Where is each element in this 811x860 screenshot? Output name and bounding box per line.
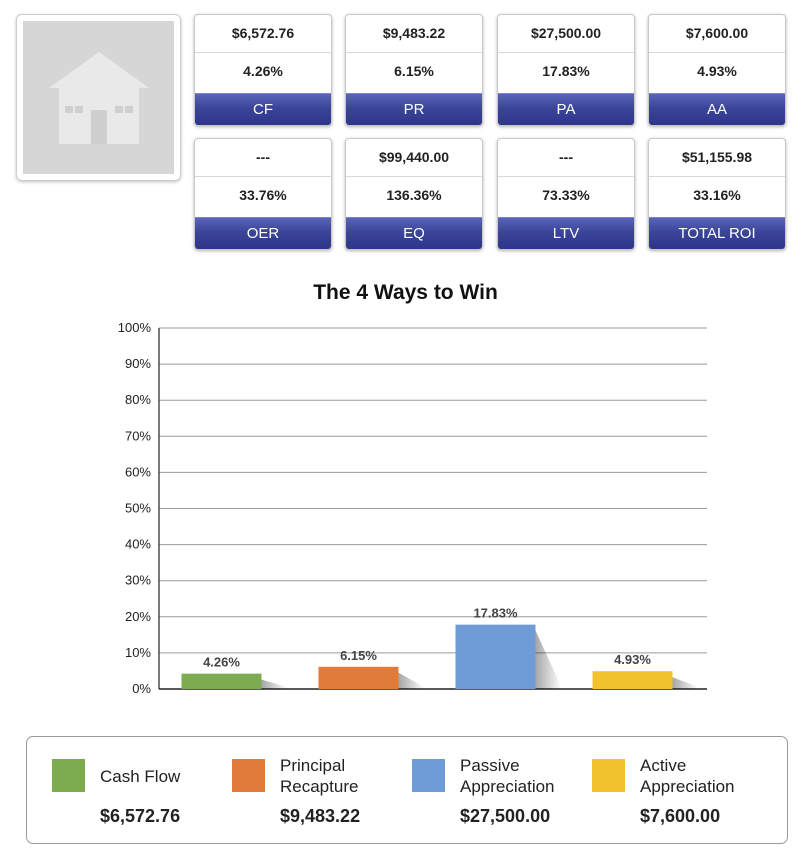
bar-chart: 0% 10% 20% 30% 40% 50% 60% 70% 80% 90% 100% 4.26% 6.… bbox=[118, 320, 707, 696]
legend-value: $27,500.00 bbox=[460, 806, 551, 826]
chart-legend: Cash Flow $6,572.76 Principal Recapture … bbox=[26, 736, 788, 844]
y-tick-label: 40% bbox=[125, 537, 151, 552]
bar-shadow bbox=[535, 630, 562, 689]
bar-4[interactable] bbox=[592, 671, 673, 689]
legend-item-principal-recapture: Principal Recapture $9,483.22 bbox=[232, 737, 412, 843]
bar-2[interactable] bbox=[318, 666, 399, 689]
legend-item-cash-flow: Cash Flow $6,572.76 bbox=[52, 737, 232, 843]
y-tick-label: 30% bbox=[125, 573, 151, 588]
legend-item-passive-appreciation: Passive Appreciation $27,500.00 bbox=[412, 737, 592, 843]
bar-value-label: 6.15% bbox=[340, 648, 377, 663]
y-tick-label: 80% bbox=[125, 392, 151, 407]
legend-swatch bbox=[232, 759, 265, 792]
legend-swatch bbox=[412, 759, 445, 792]
legend-label: Principal Recapture bbox=[280, 756, 359, 796]
y-tick-label: 0% bbox=[132, 681, 151, 696]
legend-value: $6,572.76 bbox=[100, 806, 181, 826]
bar-value-label: 17.83% bbox=[473, 606, 518, 621]
legend-label: Active Appreciation bbox=[640, 756, 735, 796]
legend-swatch bbox=[592, 759, 625, 792]
legend-value: $9,483.22 bbox=[280, 806, 361, 826]
y-tick-label: 20% bbox=[125, 609, 151, 624]
bar-3[interactable] bbox=[455, 624, 536, 689]
bar-shadow bbox=[672, 677, 699, 689]
legend-label: Passive Appreciation bbox=[460, 756, 555, 796]
legend-item-active-appreciation: Active Appreciation $7,600.00 bbox=[592, 737, 772, 843]
legend-swatch bbox=[52, 759, 85, 792]
y-tick-label: 60% bbox=[125, 464, 151, 479]
y-tick-label: 50% bbox=[125, 501, 151, 516]
bar-value-label: 4.93% bbox=[614, 652, 651, 667]
y-tick-label: 10% bbox=[125, 645, 151, 660]
y-tick-label: 90% bbox=[125, 356, 151, 371]
bar-shadow bbox=[261, 679, 288, 689]
bar-1[interactable] bbox=[181, 673, 262, 689]
y-tick-label: 100% bbox=[118, 320, 152, 335]
legend-value: $7,600.00 bbox=[640, 806, 721, 826]
y-tick-label: 70% bbox=[125, 428, 151, 443]
legend-label: Cash Flow bbox=[100, 766, 181, 786]
bar-value-label: 4.26% bbox=[203, 655, 240, 670]
bar-shadow bbox=[398, 672, 425, 689]
